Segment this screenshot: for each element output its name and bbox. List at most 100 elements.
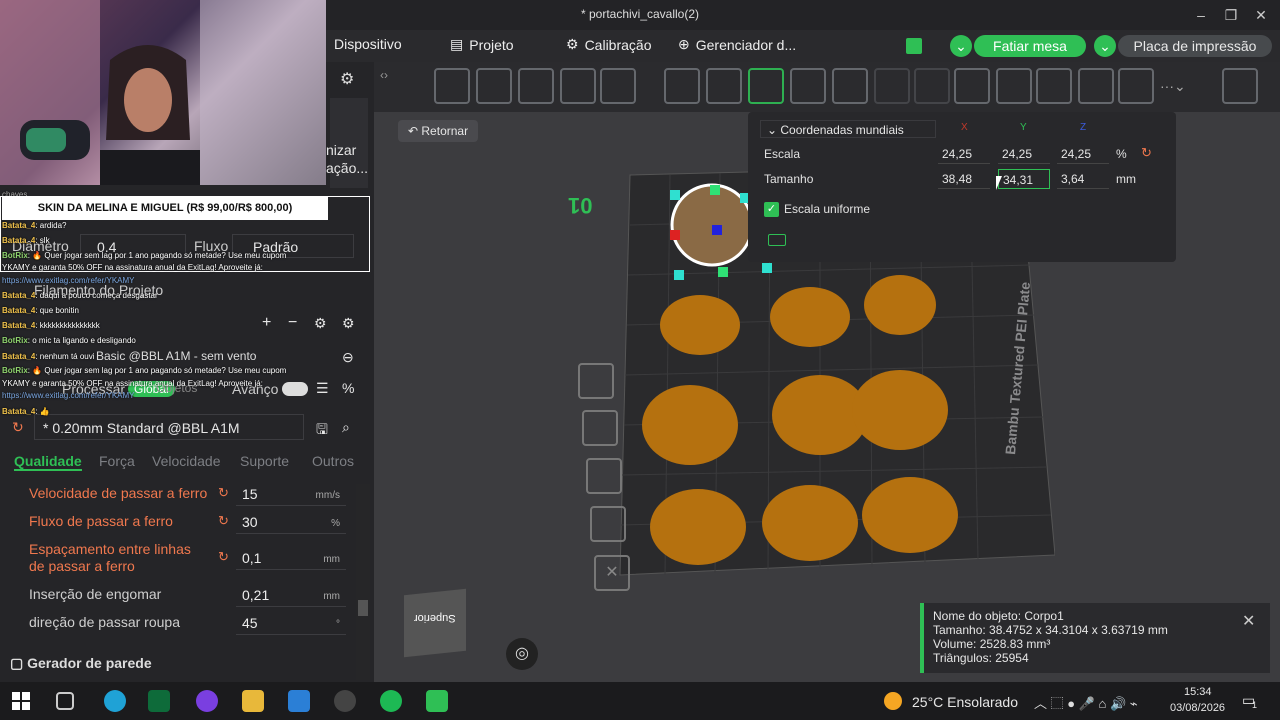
chat-link[interactable]: https://www.exitlag.com/refer/YKAMY (2, 391, 135, 400)
explode-icon[interactable] (1222, 68, 1258, 104)
split-icon[interactable] (600, 68, 636, 104)
scale-y-input[interactable]: 24,25 (998, 144, 1050, 164)
discord-icon[interactable] (196, 690, 218, 712)
rotate-icon[interactable] (706, 68, 742, 104)
clock-date[interactable]: 03/08/2026 (1170, 702, 1225, 714)
remove-filament-icon[interactable]: − (288, 314, 297, 332)
size-x-input[interactable]: 38,48 (938, 169, 990, 189)
auto-orient-icon[interactable] (518, 68, 554, 104)
app-icon[interactable] (148, 690, 170, 712)
chat-box-frame (0, 196, 370, 272)
camera-reset-icon[interactable]: ◎ (506, 638, 538, 670)
reset-icon[interactable]: ↻ (218, 485, 229, 501)
advanced-switch[interactable] (282, 382, 308, 396)
collapse-icon[interactable]: ‹› (380, 68, 388, 82)
weather-text[interactable]: 25°C Ensolarado (912, 694, 1018, 710)
task-view-icon[interactable] (56, 692, 74, 710)
chat-line: Batata_4: que bonitin (2, 306, 79, 315)
add-object-icon[interactable] (434, 68, 470, 104)
back-button[interactable]: ↶ Retornar (398, 120, 479, 142)
reset-icon[interactable]: ↻ (12, 419, 24, 436)
plate-settings-icon[interactable] (578, 363, 614, 399)
scale-x-input[interactable]: 24,25 (938, 144, 990, 164)
scale-z-input[interactable]: 24,25 (1057, 144, 1109, 164)
minus-circle-icon[interactable]: ⊖ (342, 349, 354, 366)
minimize-button[interactable]: – (1190, 4, 1212, 26)
ironing-spacing-input[interactable]: 0,1 mm (236, 546, 346, 570)
settings-gear-icon[interactable]: ⚙ (340, 69, 354, 89)
chat-user: Batata_4 (2, 352, 36, 361)
file-explorer-icon[interactable] (242, 690, 264, 712)
ironing-speed-input[interactable]: 15 mm/s (236, 482, 346, 506)
slice-plate-button[interactable]: Fatiar mesa (974, 35, 1086, 57)
ironing-angle-input[interactable]: 45 ° (236, 611, 346, 635)
uniform-scale-checkbox[interactable]: ✓ (764, 202, 779, 217)
filament-settings-icon[interactable]: ⚙ (314, 315, 327, 332)
reset-icon[interactable]: ↻ (218, 549, 229, 565)
support-paint-icon[interactable] (914, 68, 950, 104)
chat-link[interactable]: https://www.exitlag.com/refer/YKAMY (2, 276, 135, 285)
edge-icon[interactable] (104, 690, 126, 712)
keyboard-icon[interactable] (768, 234, 786, 246)
print-dropdown-button[interactable]: ⌄ (1094, 35, 1116, 57)
search-icon[interactable]: ⌕ (342, 419, 350, 436)
save-icon[interactable]: 🖫 (316, 419, 328, 443)
tab-forca[interactable]: Força (99, 453, 135, 469)
menu-gerenciador[interactable]: ⊕ Gerenciador d... (678, 36, 796, 53)
plate-orient-icon[interactable] (590, 506, 626, 542)
seam-icon[interactable] (1036, 68, 1072, 104)
menu-calibracao[interactable]: ⚙ Calibração (566, 36, 652, 53)
tab-suporte[interactable]: Suporte (240, 453, 289, 469)
filament-gear-icon[interactable]: ⚙ (342, 315, 355, 332)
add-filament-icon[interactable]: + (262, 314, 271, 332)
cut-icon[interactable] (832, 68, 868, 104)
close-button[interactable]: ✕ (1250, 4, 1272, 26)
windows-start-icon[interactable] (12, 692, 30, 710)
grid-icon[interactable] (476, 68, 512, 104)
reset-scale-icon[interactable]: ↻ (1141, 145, 1152, 161)
wall-generator-section[interactable]: ▢ Gerador de parede (10, 655, 152, 672)
tray-icons[interactable]: ︿ ⬚ ● 🎤 ⌂ 🔊 ⌁ (1034, 693, 1138, 712)
ironing-inset-input[interactable]: 0,21 mm (236, 583, 346, 607)
color-paint-icon[interactable] (954, 68, 990, 104)
bambu-studio-icon[interactable] (426, 690, 448, 712)
assembly-icon[interactable] (1078, 68, 1114, 104)
scale-icon[interactable] (748, 68, 784, 104)
scrollbar[interactable] (356, 484, 370, 680)
text-icon[interactable] (996, 68, 1032, 104)
tab-velocidade[interactable]: Velocidade (152, 453, 221, 469)
printer-preset[interactable]: Basic @BBL A1M - sem vento (96, 349, 256, 363)
size-y-input[interactable]: 34,31 (998, 169, 1050, 189)
spotify-icon[interactable] (380, 690, 402, 712)
lay-on-face-icon[interactable] (790, 68, 826, 104)
percent-icon[interactable]: % (342, 380, 354, 396)
scrollbar-thumb[interactable] (358, 600, 368, 616)
process-preset-select[interactable]: * 0.20mm Standard @BBL A1M (34, 414, 304, 440)
measure-icon[interactable] (1118, 68, 1154, 104)
tab-qualidade[interactable]: Qualidade (14, 453, 82, 471)
menu-projeto[interactable]: ▤ Projeto (450, 36, 514, 53)
layout-icon[interactable] (906, 38, 922, 54)
mail-icon[interactable] (288, 690, 310, 712)
mesh-boolean-icon[interactable] (874, 68, 910, 104)
ironing-flow-input[interactable]: 30% (236, 510, 346, 534)
print-plate-button[interactable]: Placa de impressão (1118, 35, 1272, 57)
list-icon[interactable]: ☰ (316, 380, 329, 397)
close-icon[interactable]: ✕ (1242, 611, 1255, 631)
plate-delete-icon[interactable]: ✕ (594, 555, 630, 591)
reset-icon[interactable]: ↻ (218, 513, 229, 529)
menu-dispositivo[interactable]: Dispositivo (334, 36, 402, 52)
maximize-button[interactable]: ❐ (1220, 4, 1242, 26)
chat-text: : 👍 (35, 407, 50, 416)
coordinate-system-select[interactable]: ⌄ Coordenadas mundiais (760, 120, 936, 138)
move-icon[interactable] (664, 68, 700, 104)
plate-arrange-icon[interactable] (586, 458, 622, 494)
plate-lock-icon[interactable] (582, 410, 618, 446)
slice-dropdown-button[interactable]: ⌄ (950, 35, 972, 57)
obs-icon[interactable] (334, 690, 356, 712)
clock-time[interactable]: 15:34 (1184, 686, 1212, 698)
more-tools-icon[interactable]: ···⌄ (1160, 78, 1186, 95)
tab-outros[interactable]: Outros (312, 453, 354, 469)
arrange-icon[interactable] (560, 68, 596, 104)
size-z-input[interactable]: 3,64 (1057, 169, 1109, 189)
